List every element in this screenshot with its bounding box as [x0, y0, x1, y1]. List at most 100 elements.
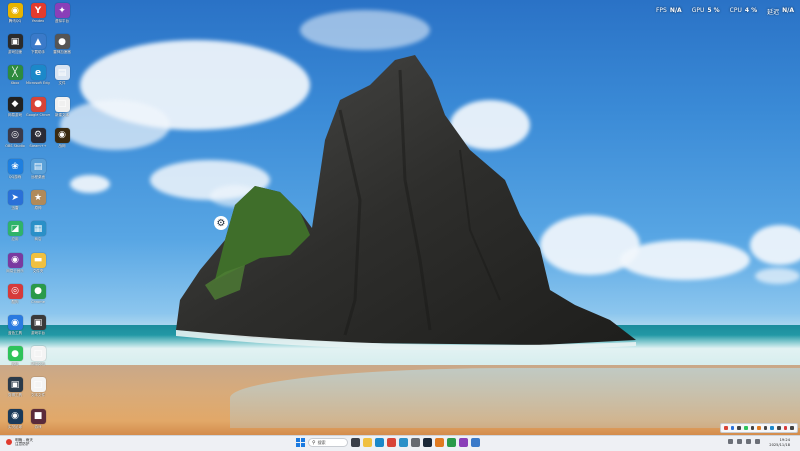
app-icon: ▬: [30, 252, 46, 268]
desktop-icon-label: 文件: [58, 81, 66, 86]
taskbar-app-4-icon[interactable]: [471, 438, 480, 447]
tray-popup-icon[interactable]: [730, 426, 735, 430]
desktop-icon[interactable]: □ 新建文档: [26, 346, 50, 377]
desktop-icon-label: 远程桌面: [31, 175, 45, 179]
taskbar-store-icon[interactable]: [399, 438, 408, 447]
desktop-icon[interactable]: ▤ 远程桌面: [26, 159, 50, 190]
desktop-icon[interactable]: ❀ QQ游戏: [3, 159, 27, 190]
taskbar-edge-icon[interactable]: [375, 438, 384, 447]
taskbar: 明晚 - 雨天 注意防护 ⚲ 搜索 19:24 2025/11/18: [0, 435, 800, 451]
weather-icon: [6, 439, 12, 446]
gpu-value: 5 %: [707, 7, 720, 14]
chevron-up-icon[interactable]: [728, 439, 733, 444]
taskbar-file-explorer-icon[interactable]: [363, 438, 372, 447]
desktop-icon[interactable]: □ 新建文本: [50, 96, 74, 128]
app-icon: ◎: [7, 127, 23, 143]
taskbar-steam-icon[interactable]: [423, 438, 432, 447]
fps-value: N/A: [669, 7, 682, 14]
desktop-icon[interactable]: ◎ 酷狗: [3, 283, 27, 315]
desktop-icon[interactable]: ▲ 下载助手: [26, 34, 50, 65]
desktop-icon-label: 腾讯QQ: [8, 19, 22, 23]
desktop-icon[interactable]: Y Yandex: [26, 3, 50, 34]
desktop-icon-label: 雷神加速器: [53, 50, 71, 55]
app-icon: ◉: [54, 127, 70, 143]
desktop-icon[interactable]: ● 微信: [3, 346, 27, 377]
taskbar-search-box[interactable]: ⚲ 搜索: [308, 438, 348, 447]
desktop-icon[interactable]: ◆ 网易游戏: [3, 96, 27, 128]
desktop-icon-label: 商店: [34, 237, 42, 242]
taskbar-chrome-icon[interactable]: [387, 438, 396, 447]
desktop-icon-label: 新建文档: [31, 362, 45, 367]
tray-popup-icon[interactable]: [750, 426, 755, 430]
desktop-icon[interactable]: ✦ 虚拟平台: [50, 3, 74, 34]
tray-popup-icon[interactable]: [790, 426, 795, 430]
search-placeholder: 搜索: [317, 439, 326, 445]
desktop-icon[interactable]: ●Google Chrome: [26, 96, 50, 128]
weather-line2: 注意防护: [15, 442, 30, 447]
cpu-value: 4 %: [744, 7, 758, 14]
tray-popup-icon[interactable]: [724, 426, 728, 430]
desktop-icon[interactable]: ▬ 文件夹: [26, 252, 50, 284]
desktop-icon[interactable]: ● Chrome: [26, 283, 50, 315]
latency-label: 延迟: [767, 9, 780, 16]
weather-widget[interactable]: 明晚 - 雨天 注意防护: [6, 438, 33, 446]
app-icon: ▲: [30, 34, 46, 50]
app-icon: ▣: [30, 315, 46, 330]
taskbar-settings-icon[interactable]: [411, 438, 420, 447]
cpu-label: CPU: [729, 7, 742, 14]
desktop-icon-label: 网易云音乐: [6, 268, 24, 273]
taskbar-app-2-icon[interactable]: [447, 438, 456, 447]
desktop-icon-label: 原神: [34, 206, 42, 211]
taskbar-task-view-icon[interactable]: [351, 438, 360, 447]
desktop-icon[interactable]: ◪ 应用: [3, 221, 27, 252]
desktop-icon-label: Xbox: [10, 81, 20, 86]
desktop-icon[interactable]: ⚙ Steam++: [26, 127, 50, 159]
desktop-icon[interactable]: ◉ 腾讯QQ: [3, 3, 27, 34]
tray-popup-icon[interactable]: [763, 426, 768, 430]
desktop-icon-label: OBS Studio: [5, 143, 25, 148]
desktop-icon[interactable]: ▣ 游戏平台: [26, 315, 50, 346]
app-icon: ◪: [7, 221, 23, 237]
app-icon: ■: [30, 408, 46, 424]
tray-popup-icon[interactable]: [757, 426, 761, 430]
rock-island-image: [176, 55, 636, 351]
gpu-label: GPU: [691, 7, 705, 14]
desktop-icon[interactable]: ▤ 文件: [50, 65, 74, 96]
tray-popup-icon[interactable]: [777, 426, 781, 430]
desktop-icon[interactable]: ▣ 剪辑工具: [3, 377, 27, 408]
steam-shortcut-icon[interactable]: ⚙: [214, 216, 228, 230]
desktop-icon[interactable]: ◉ 网易云音乐: [3, 252, 27, 284]
tray-popup-icon[interactable]: [743, 426, 748, 430]
desktop-icon-label: 战网: [58, 143, 66, 148]
taskbar-app-1-icon[interactable]: [435, 438, 444, 447]
tray-popup-icon[interactable]: [770, 426, 775, 430]
desktop-icon[interactable]: □ 文本文件: [26, 377, 50, 408]
desktop-icon-label: QQ游戏: [8, 175, 22, 179]
app-icon: ▤: [54, 65, 70, 81]
desktop-icon[interactable]: ◎ OBS Studio: [3, 127, 27, 159]
network-icon[interactable]: [737, 439, 742, 444]
start-button[interactable]: [296, 438, 305, 447]
desktop-icon[interactable]: ◉ 蓝色工具: [3, 315, 27, 346]
desktop-icon-label: 游戏加速: [8, 50, 22, 55]
taskbar-app-3-icon[interactable]: [459, 438, 468, 447]
app-icon: ✦: [54, 3, 70, 18]
desktop-icon[interactable]: e Microsoft Edge: [26, 65, 50, 96]
desktop-icon-label: 蓝色工具: [8, 331, 22, 335]
tray-overflow-popup[interactable]: [720, 423, 798, 433]
volume-icon[interactable]: [746, 439, 751, 444]
desktop-icon[interactable]: ▣ 游戏加速: [3, 34, 27, 65]
desktop-icon[interactable]: ➤ 迅雷: [3, 190, 27, 221]
desktop-icon[interactable]: ▦ 商店: [26, 221, 50, 252]
tray-popup-icon[interactable]: [737, 426, 741, 430]
desktop-icon[interactable]: ★ 原神: [26, 190, 50, 221]
app-icon: ▤: [30, 159, 46, 174]
taskbar-clock[interactable]: 19:24 2025/11/18: [769, 438, 790, 447]
desktop-icon-label: 微信: [11, 362, 19, 367]
desktop-icon[interactable]: ◉ 战网: [50, 127, 74, 159]
desktop-icon[interactable]: ● 雷神加速器: [50, 34, 74, 65]
app-icon: ◉: [7, 315, 23, 330]
desktop-icon[interactable]: ╳ Xbox: [3, 65, 27, 96]
tray-popup-icon[interactable]: [783, 426, 788, 430]
battery-icon[interactable]: [755, 439, 760, 444]
